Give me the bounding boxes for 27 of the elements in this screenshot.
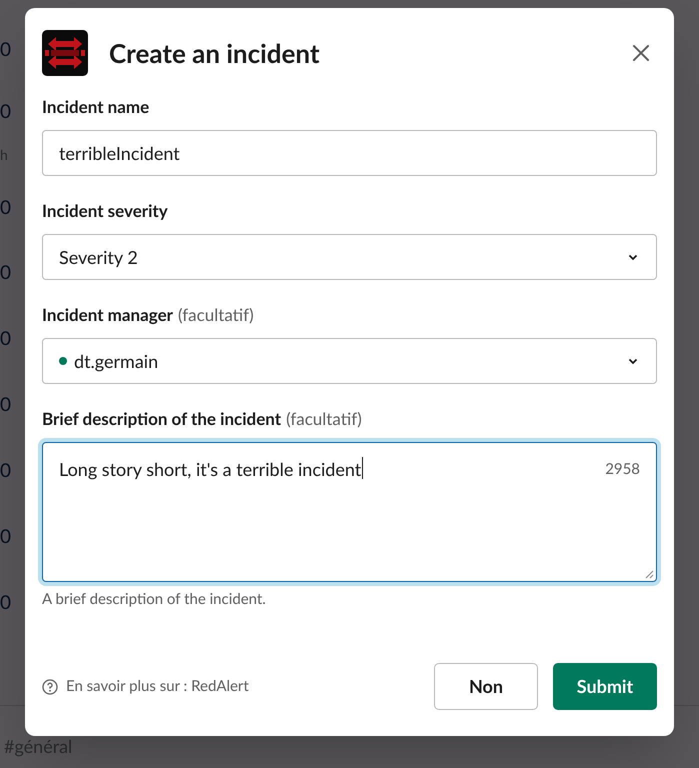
- field-label: Incident severity: [42, 200, 169, 222]
- field-label: Incident name: [42, 96, 150, 118]
- background-text: 0: [0, 198, 12, 217]
- background-text: 0: [0, 329, 12, 348]
- alarm-logo-icon: [42, 30, 88, 76]
- character-counter: 2958: [605, 459, 640, 480]
- background-text: 0: [0, 102, 12, 121]
- severity-dropdown[interactable]: Severity 2: [42, 234, 657, 280]
- background-text: 0: [0, 593, 12, 612]
- cancel-button[interactable]: Non: [434, 663, 538, 710]
- background-text: 0: [0, 461, 12, 480]
- name-field[interactable]: terribleIncident: [42, 130, 657, 176]
- field-hint: A brief description of the incident.: [42, 589, 267, 610]
- field-label: Incident manager (facultatif): [42, 304, 255, 326]
- caret-icon: [628, 254, 638, 260]
- background-text: 0: [0, 40, 12, 59]
- submit-button[interactable]: Submit: [553, 663, 657, 710]
- resize-handle-icon[interactable]: [645, 570, 654, 579]
- help-link[interactable]: En savoir plus sur : RedAlert: [66, 675, 249, 698]
- background-text: 0: [0, 395, 12, 414]
- help-icon: [42, 678, 58, 694]
- background-text: 0: [0, 527, 12, 546]
- background-text: 0: [0, 263, 12, 282]
- manager-dropdown[interactable]: dt.germain: [42, 338, 657, 384]
- dialog-title: Create an incident: [109, 36, 320, 70]
- caret-icon: [628, 358, 638, 364]
- field-label: Brief description of the incident (facultatif): [42, 408, 363, 430]
